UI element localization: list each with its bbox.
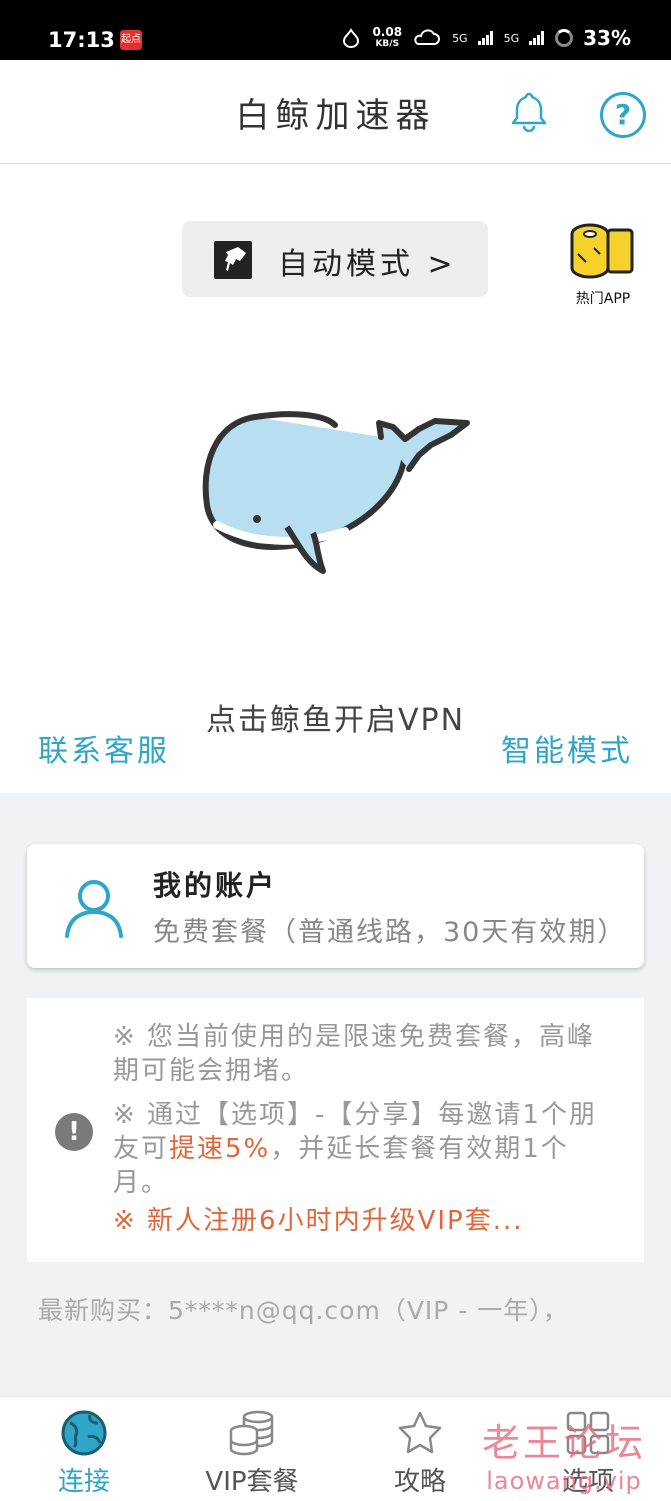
auto-mode-button[interactable]: 自动模式 > <box>182 221 488 297</box>
status-indicators: 0.08 KB/S 5G 5G 33% <box>340 26 631 50</box>
app-title: 白鲸加速器 <box>235 96 436 136</box>
bell-icon[interactable] <box>508 90 550 132</box>
net-speed: 0.08 KB/S <box>372 26 402 50</box>
notice-panel: ! ※ 您当前使用的是限速免费套餐，高峰期可能会拥堵。 ※ 通过【选项】-【分享… <box>27 998 644 1262</box>
tab-connect-label: 连接 <box>57 1467 110 1497</box>
mode-label: 自动模式 > <box>278 247 457 282</box>
help-icon[interactable]: ? <box>600 92 646 138</box>
notice-vip-promo[interactable]: ※ 新人注册6小时内升级VIP套... <box>113 1204 613 1238</box>
latest-purchase-ticker: 最新购买：5****n@qq.com（VIP - 一年）， <box>38 1296 569 1325</box>
notice-line-1: ※ 您当前使用的是限速免费套餐，高峰期可能会拥堵。 <box>113 1022 596 1086</box>
net-speed-unit: KB/S <box>375 39 400 49</box>
contact-support-link[interactable]: 联系客服 <box>38 726 170 770</box>
mode-icon <box>214 241 252 279</box>
user-icon <box>65 880 123 938</box>
account-title: 我的账户 <box>153 869 278 902</box>
tab-guide[interactable]: 攻略 <box>336 1397 504 1501</box>
signal-bars-icon <box>477 31 493 45</box>
net-speed-value: 0.08 <box>372 25 403 39</box>
signal-5g-2: 5G <box>503 31 520 45</box>
hot-app-label: 热门APP <box>575 291 631 307</box>
tab-options[interactable]: 选项 <box>504 1397 671 1501</box>
battery-level: 33% <box>583 26 631 50</box>
smart-mode-link[interactable]: 智能模式 <box>501 726 633 770</box>
globe-icon <box>61 1410 107 1456</box>
tab-guide-label: 攻略 <box>393 1467 446 1497</box>
notice-speedup-highlight: 提速5% <box>169 1134 271 1164</box>
tab-vip-label: VIP套餐 <box>205 1467 299 1497</box>
app-header: 白鲸加速器 <box>0 60 671 164</box>
weather-icon <box>414 29 440 45</box>
signal-bars-icon <box>529 31 545 45</box>
grid-icon <box>566 1411 610 1455</box>
tab-vip[interactable]: VIP套餐 <box>168 1397 336 1501</box>
exclamation-icon: ! <box>55 1113 93 1151</box>
flower-icon <box>343 28 360 48</box>
status-time: 17:13 <box>48 28 115 52</box>
squid-icon <box>225 247 246 271</box>
bottom-tab-bar: 连接 VIP套餐 攻略 选项 <box>0 1396 671 1500</box>
coin-stack-icon <box>229 1410 274 1456</box>
signal-5g-1: 5G <box>452 31 468 45</box>
tab-connect[interactable]: 连接 <box>0 1397 168 1501</box>
whale-connect-button[interactable] <box>195 405 475 585</box>
my-account-card[interactable]: 我的账户 免费套餐（普通线路，30天有效期） <box>27 844 644 968</box>
star-icon <box>398 1411 442 1454</box>
status-bar: 17:13 起点 0.08 KB/S 5G 5G 33% <box>0 0 671 60</box>
notice-line-2: ※ 通过【选项】-【分享】每邀请1个朋友可提速5%，并延长套餐有效期1个月。 <box>113 1098 613 1200</box>
qidian-app-icon: 起点 <box>120 30 142 50</box>
hot-app-button[interactable]: 热门APP <box>563 220 643 308</box>
tab-options-label: 选项 <box>561 1467 614 1497</box>
account-plan-desc: 免费套餐（普通线路，30天有效期） <box>153 917 627 948</box>
paper-roll-icon <box>570 223 634 279</box>
battery-ring-icon <box>555 29 574 47</box>
